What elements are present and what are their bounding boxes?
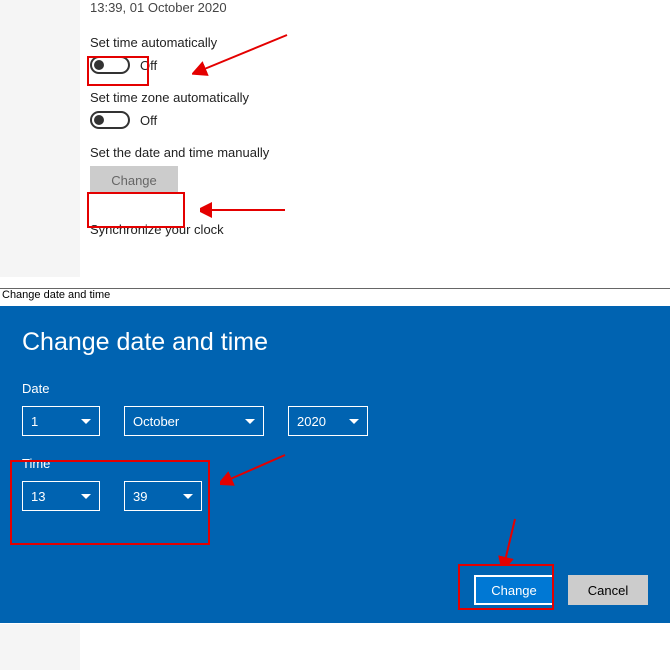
sidebar [0, 624, 80, 670]
chevron-down-icon [81, 419, 91, 424]
bottom-area [0, 623, 670, 670]
set-tz-auto-toggle[interactable] [90, 111, 130, 129]
month-select[interactable]: October [124, 406, 264, 436]
set-tz-auto-state: Off [140, 113, 157, 128]
time-label: Time [22, 456, 648, 471]
set-time-auto-label: Set time automatically [90, 35, 269, 50]
content: 13:39, 01 October 2020 Set time automati… [90, 0, 269, 237]
set-time-auto-state: Off [140, 58, 157, 73]
hour-select[interactable]: 13 [22, 481, 100, 511]
chevron-down-icon [245, 419, 255, 424]
change-date-time-button[interactable]: Change [90, 166, 178, 194]
day-select[interactable]: 1 [22, 406, 100, 436]
set-tz-auto-label: Set time zone automatically [90, 90, 269, 105]
dialog-heading: Change date and time [22, 328, 648, 357]
minute-select[interactable]: 39 [124, 481, 202, 511]
date-label: Date [22, 381, 648, 396]
dialog-cancel-button[interactable]: Cancel [568, 575, 648, 605]
hour-value: 13 [31, 489, 45, 504]
manual-label: Set the date and time manually [90, 145, 269, 160]
day-value: 1 [31, 414, 38, 429]
change-date-time-dialog: Change date and time Date 1 October 2020… [0, 306, 670, 623]
sync-label: Synchronize your clock [90, 222, 269, 237]
settings-page: 13:39, 01 October 2020 Set time automati… [0, 0, 670, 288]
year-select[interactable]: 2020 [288, 406, 368, 436]
sidebar [0, 0, 80, 277]
chevron-down-icon [183, 494, 193, 499]
month-value: October [133, 414, 179, 429]
chevron-down-icon [349, 419, 359, 424]
set-time-auto-toggle[interactable] [90, 56, 130, 74]
minute-value: 39 [133, 489, 147, 504]
current-time: 13:39, 01 October 2020 [90, 0, 269, 15]
dialog-titlebar: Change date and time [0, 288, 670, 306]
dialog-change-button[interactable]: Change [474, 575, 554, 605]
chevron-down-icon [81, 494, 91, 499]
year-value: 2020 [297, 414, 326, 429]
